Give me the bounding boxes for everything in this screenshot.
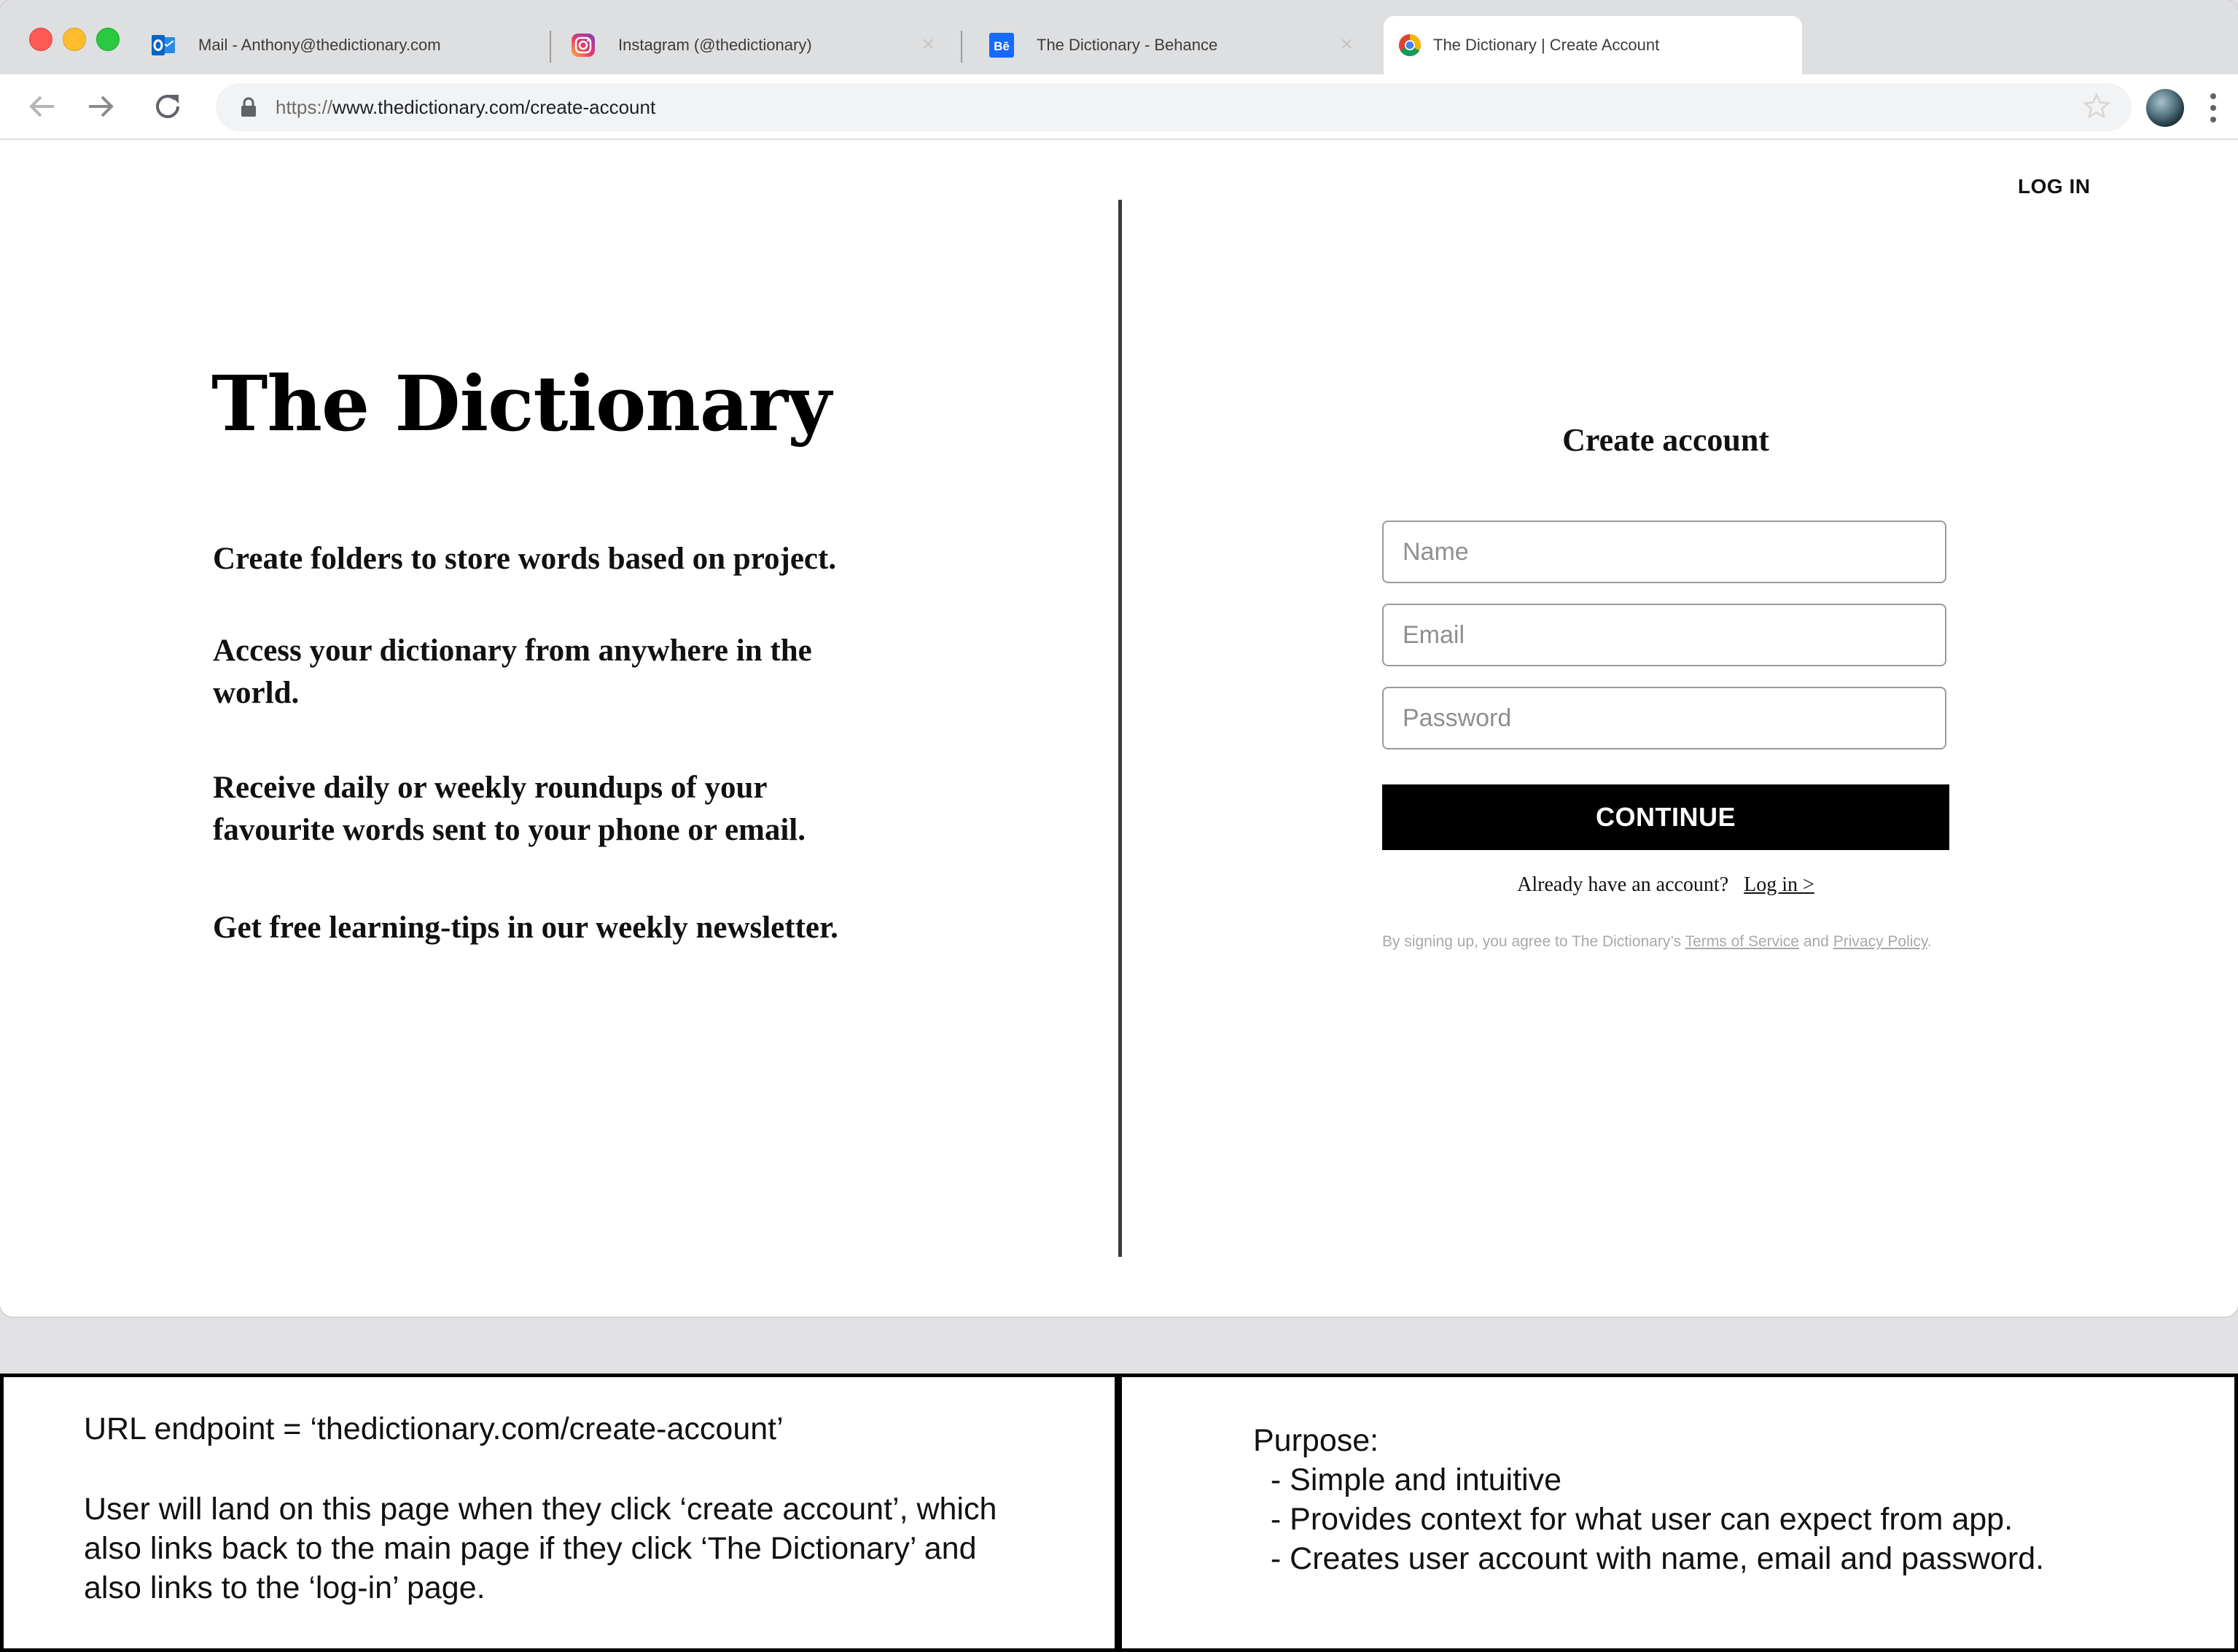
- note-user-flow: User will land on this page when they cl…: [84, 1492, 997, 1605]
- tab-instagram[interactable]: Instagram (@thedictionary) ×: [570, 16, 956, 74]
- feature-item: Create folders to store words based on p…: [213, 542, 837, 576]
- annotation-purpose-note: Purpose: - Simple and intuitive - Provid…: [1118, 1374, 2238, 1652]
- tab-close-icon[interactable]: ×: [1340, 32, 1353, 57]
- feature-item: Receive daily or weekly roundups of your…: [213, 771, 806, 847]
- terms-period: .: [1927, 933, 1932, 950]
- chrome-icon: [1398, 34, 1422, 57]
- terms-notice: By signing up, you agree to The Dictiona…: [1382, 933, 1949, 951]
- email-field[interactable]: [1382, 604, 1946, 666]
- tab-separator: [550, 31, 551, 63]
- login-prompt-text: Already have an account?: [1517, 873, 1729, 896]
- brand-logo-link[interactable]: The Dictionary: [211, 359, 832, 448]
- vertical-divider: [1118, 200, 1122, 1257]
- tab-title: Instagram (@thedictionary): [618, 36, 812, 54]
- lock-icon: [241, 97, 256, 117]
- outlook-icon: [152, 35, 175, 55]
- browser-window: Mail - Anthony@thedictionary.com Instagr…: [0, 0, 2238, 1317]
- purpose-item: - Creates user account with name, email …: [1253, 1541, 2045, 1576]
- svg-text:Bē: Bē: [994, 39, 1010, 53]
- form-title: Create account: [1562, 422, 1769, 458]
- minimize-window-button[interactable]: [63, 28, 86, 51]
- browser-toolbar: https://www.thedictionary.com/create-acc…: [0, 74, 2238, 140]
- purpose-item: - Provides context for what user can exp…: [1253, 1502, 2013, 1537]
- address-bar[interactable]: https://www.thedictionary.com/create-acc…: [216, 83, 2132, 131]
- purpose-block: Purpose: - Simple and intuitive - Provid…: [1253, 1421, 2215, 1578]
- feature-item: Access your dictionary from anywhere in …: [213, 634, 812, 710]
- tab-strip: Mail - Anthony@thedictionary.com Instagr…: [0, 0, 2238, 74]
- tab-title: The Dictionary | Create Account: [1433, 36, 1660, 54]
- login-prompt: Already have an account? Log in >: [1382, 873, 1949, 897]
- purpose-heading: Purpose:: [1253, 1423, 1379, 1458]
- header-login-link[interactable]: LOG IN: [2018, 175, 2090, 198]
- tab-create-account[interactable]: The Dictionary | Create Account: [1384, 16, 1802, 74]
- forward-arrow-icon[interactable]: [83, 89, 118, 124]
- login-link[interactable]: Log in >: [1744, 873, 1814, 896]
- bookmark-star-icon[interactable]: [2082, 92, 2111, 121]
- reload-icon[interactable]: [150, 89, 185, 124]
- maximize-window-button[interactable]: [96, 28, 120, 51]
- tab-separator: [961, 31, 962, 63]
- terms-and-text: and: [1803, 933, 1829, 950]
- tab-close-icon[interactable]: ×: [921, 32, 935, 57]
- privacy-policy-link[interactable]: Privacy Policy: [1833, 933, 1927, 950]
- close-window-button[interactable]: [29, 28, 52, 51]
- tab-behance[interactable]: Bē The Dictionary - Behance ×: [989, 16, 1375, 74]
- profile-avatar[interactable]: [2146, 89, 2184, 127]
- feature-item: Get free learning-tips in our weekly new…: [213, 911, 838, 945]
- url-host-path: www.thedictionary.com/create-account: [332, 96, 656, 118]
- tab-mail[interactable]: Mail - Anthony@thedictionary.com: [150, 16, 544, 74]
- terms-of-service-link[interactable]: Terms of Service: [1685, 933, 1799, 950]
- url-scheme: https://: [276, 96, 333, 118]
- instagram-icon: [572, 34, 595, 57]
- terms-text: By signing up, you agree to The Dictiona…: [1382, 933, 1682, 950]
- continue-button[interactable]: CONTINUE: [1382, 784, 1949, 850]
- page-content: LOG IN The Dictionary Create folders to …: [0, 140, 2238, 1317]
- more-menu-icon[interactable]: [2209, 93, 2218, 122]
- back-arrow-icon[interactable]: [25, 89, 60, 124]
- password-field[interactable]: [1382, 687, 1946, 749]
- annotation-url-note: URL endpoint = ‘thedictionary.com/create…: [0, 1374, 1118, 1652]
- purpose-item: - Simple and intuitive: [1253, 1462, 1562, 1497]
- behance-icon: Bē: [989, 33, 1014, 58]
- tab-title: The Dictionary - Behance: [1037, 36, 1218, 54]
- url-text: https://www.thedictionary.com/create-acc…: [276, 96, 655, 119]
- note-url-endpoint: URL endpoint = ‘thedictionary.com/create…: [84, 1411, 784, 1446]
- tab-title: Mail - Anthony@thedictionary.com: [198, 36, 441, 54]
- name-field[interactable]: [1382, 521, 1946, 583]
